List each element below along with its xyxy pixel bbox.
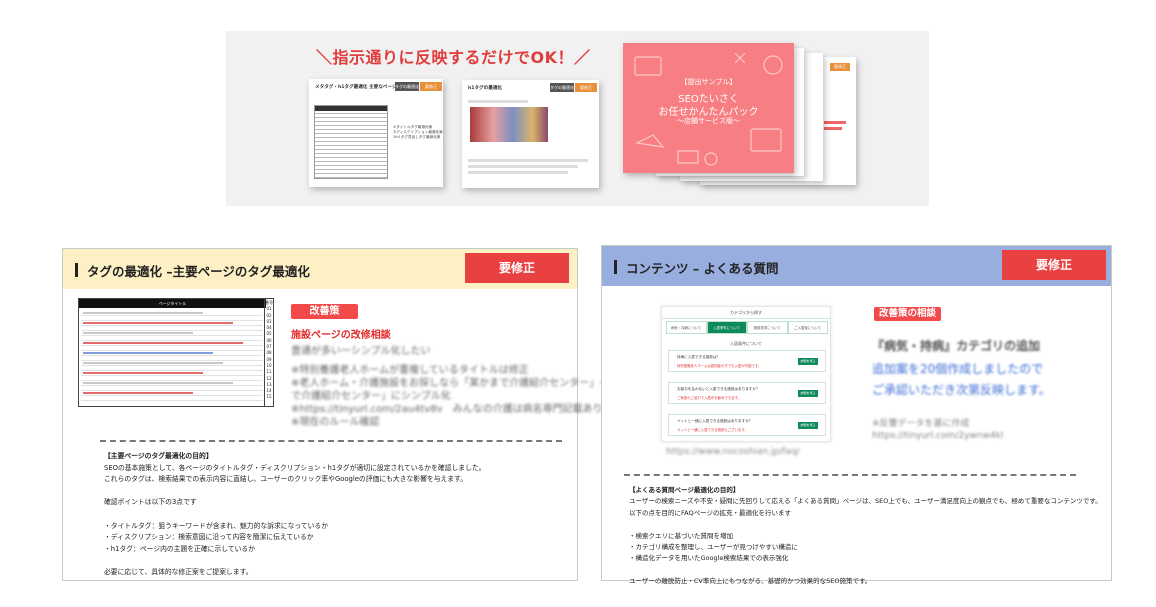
note-line: 豊通が多いーシンプル化したい [291, 346, 431, 357]
note-line: ※現在のルール確認 [291, 417, 380, 428]
proposal-line-2: ご承認いただき次第反映します。 [872, 383, 1051, 397]
thumb-screenshot [470, 107, 548, 142]
panel-header: コンテンツ – よくある質問 要修正 [602, 246, 1111, 286]
faq-section-title: 入居条件について [730, 341, 762, 346]
thumb-text-line [468, 165, 578, 168]
purpose-line: これらのタグは、検索結果での表示内容に直結し、ユーザーのクリック率やGoogle… [104, 475, 467, 484]
faq-purpose-heading: 【よくある質問ページ最適化の目的】 [629, 486, 740, 494]
note-line: で介護紹介センター」にシンプル化 [291, 391, 451, 402]
panel-header: タグの最適化 –主要ページのタグ最適化 要修正 [63, 249, 577, 289]
faq-question: ペットと一緒に入居できる施設はありますか？ [677, 419, 753, 423]
faq-answer: ペットと一緒に入居できる施設もございます。 [677, 428, 748, 432]
thumb-text-line [468, 100, 528, 103]
thumb-button-orange: 要修正 [420, 82, 442, 91]
faq-purpose-description: 【よくある質問ページ最適化の目的】 ユーザーの検索ニーズや不安・疑問に先回りして… [629, 485, 1102, 588]
faq-purpose-line [629, 519, 1102, 530]
panel-title: タグの最適化 –主要ページのタグ最適化 [87, 264, 310, 279]
improvement-consult-tag: 改善策の相談 [874, 307, 941, 321]
faq-purpose-line: 以下の点を目的にFAQページの拡充・最適化を行います [629, 508, 791, 517]
purpose-line [104, 486, 485, 498]
banner-title: ＼指示通りに反映するだけでOK！／ [316, 48, 591, 67]
cover-label-small: 【提出サンプル】 [680, 78, 737, 86]
header-bar [614, 260, 617, 274]
faq-purpose-line: ユーザーの検索ニーズや不安・疑問に先回りして応える「よくある質問」ページは、SE… [629, 497, 1102, 506]
section-divider [100, 440, 562, 442]
faq-item: ペットと一緒に入居できる施設はありますか？ ペットと一緒に入居できる施設もござい… [668, 414, 826, 436]
proposal-note: ※反響データを基に作成 [872, 419, 970, 429]
thumb-mini-table [314, 105, 388, 179]
note-line: ※老人ホーム・介護施設をお探しなら「某かまで介護紹介センター」→「某かま [291, 378, 648, 389]
thumb-button-orange: 要修正 [575, 83, 597, 92]
thumb-text-line [468, 171, 568, 174]
sample-cover: 【提出サンプル】 SEOたいさく お任せかんたんパック 〜店舗サービス版〜 [623, 43, 794, 173]
faq-answer: ご家族のご協力で入居がお勧めできます。 [677, 396, 742, 400]
purpose-line: 必要に応じて、具体的な修正案をご提案します。 [104, 567, 253, 576]
panel-title: コンテンツ – よくある質問 [626, 261, 779, 276]
faq-purpose-line: ユーザーの離脱防止・CV率向上にもつながる、基礎的かつ効果的なSEO施策です。 [629, 577, 872, 586]
seo-tag-table: ページタイトル 番号 01 02 03 04 05 06 07 08 09 10… [78, 298, 274, 407]
proposal-line-1: 追加案を20個作成しましたので [872, 362, 1044, 376]
back-badge: 要修正 [830, 63, 850, 71]
faq-detail-button: 詳細を見る [798, 422, 818, 429]
improvement-subtitle: 施設ページの改修相談 [291, 330, 391, 341]
faq-tab: 施設見学について [747, 321, 788, 334]
faq-purpose-line: ・カテゴリ構成を整理し、ユーザーが見つけやすい構造に [629, 543, 798, 552]
faq-category-heading: カテゴリから探す [662, 307, 830, 319]
faq-purpose-line: ・構造化データを用いたGoogle検索結果での表示強化 [629, 554, 789, 563]
thumb-button-dark: タグの最適化 [395, 82, 419, 91]
faq-item: 持病に入居できる施設は？ 特別養護老人ホームは認知症の方でも入居が可能です。 詳… [668, 350, 826, 372]
purpose-line: 確認ポイントは以下の3点です [104, 498, 197, 507]
purpose-description: 【主要ページのタグ最適化の目的】 SEOの基本施策として、各ページのタイトルタグ… [104, 451, 485, 579]
faq-detail-button: 詳細を見る [798, 358, 818, 365]
faq-page-mockup: カテゴリから探す 病気・持病について 入居条件について 施設見学について ご入居… [661, 306, 831, 442]
proposal-title: 『病気・持病』カテゴリの追加 [872, 339, 1041, 353]
needs-fix-badge: 要修正 [465, 253, 569, 283]
row-number: 12 [266, 375, 272, 381]
faq-question: お給与を払わないと入居できる施設はありますか？ [677, 387, 760, 391]
row-number: 15 [266, 394, 272, 400]
purpose-line: ・タイトルタグ：狙うキーワードが含まれ、魅力的な訴求になっているか [104, 521, 329, 530]
note-line: ※特別養護老人ホームが重複しているタイトルは修正 [291, 365, 529, 376]
cover-line3: 〜店舗サービス版〜 [677, 117, 740, 125]
sample-thumbnail-tags: メタタグ・h1タグ最適化 主要なページ タグの最適化 要修正 ①タイトルタグ最適… [309, 79, 443, 187]
purpose-line [104, 555, 485, 567]
faq-question: 持病に入居できる施設は？ [677, 355, 721, 359]
faq-tab: 病気・持病について [666, 321, 707, 334]
purpose-heading: 【主要ページのタグ最適化の目的】 [104, 452, 213, 460]
faq-item: お給与を払わないと入居できる施設はありますか？ ご家族のご協力で入居がお勧めでき… [668, 382, 826, 404]
row-number: 02 [266, 312, 272, 318]
table-rows [81, 311, 263, 405]
header-bar [75, 263, 78, 277]
thumb-title: メタタグ・h1タグ最適化 主要なページ [315, 85, 397, 90]
purpose-line: ・ディスクリプション：検索意図に沿って内容を簡潔に伝えているか [104, 533, 314, 542]
improvement-notes: 豊通が多いーシンプル化したい ※特別養護老人ホームが重複しているタイトルは修正 … [291, 345, 647, 429]
thumb-text-line [468, 159, 588, 162]
faq-answer: 特別養護老人ホームは認知症の方でも入居が可能です。 [677, 364, 762, 368]
purpose-line [104, 509, 485, 521]
faq-tab-active: 入居条件について [706, 321, 747, 334]
thumb-line: ③h1タグ見出しタグ最適化案 [393, 135, 441, 139]
row-number-column: 番号 01 02 03 04 05 06 07 08 09 10 11 12 1… [264, 299, 273, 406]
note-line: ※https://tinyurl.com/2au4tv8v みんなの介護は病名専… [291, 404, 603, 415]
thumb-title: h1タグの最適化 [468, 86, 503, 91]
faq-detail-button: 詳細を見る [798, 390, 818, 397]
needs-fix-badge: 要修正 [1002, 250, 1106, 280]
faq-purpose-line [629, 565, 1102, 576]
sample-thumbnail-h1: h1タグの最適化 タグの最適化 要修正 [462, 80, 599, 188]
faq-url: https://www.nocoshian.jp/faq/ [666, 447, 800, 457]
table-header: ページタイトル [79, 299, 266, 308]
purpose-line: ・h1タグ：ページ内の主題を正確に示しているか [104, 544, 256, 553]
thumb-lines: ①タイトルタグ最適化案 ②ディスクリプション最適化案 ③h1タグ見出しタグ最適化… [393, 125, 443, 140]
section-divider [624, 474, 1076, 476]
faq-tab: ご入居後について [787, 321, 828, 334]
faq-purpose-line: ・検索クエリに基づいた質問を増加 [629, 531, 733, 540]
thumb-button-dark: タグの最適化 [550, 83, 574, 92]
improvement-tag: 改善策 [291, 304, 358, 319]
proposal-note-url: https://tinyurl.com/2ywnw4kl [872, 431, 1004, 441]
purpose-line: SEOの基本施策として、各ページのタイトルタグ・ディスクリプション・h1タグが適… [104, 463, 486, 472]
faq-category-tabs: 病気・持病について 入居条件について 施設見学について ご入居後について [666, 321, 828, 334]
